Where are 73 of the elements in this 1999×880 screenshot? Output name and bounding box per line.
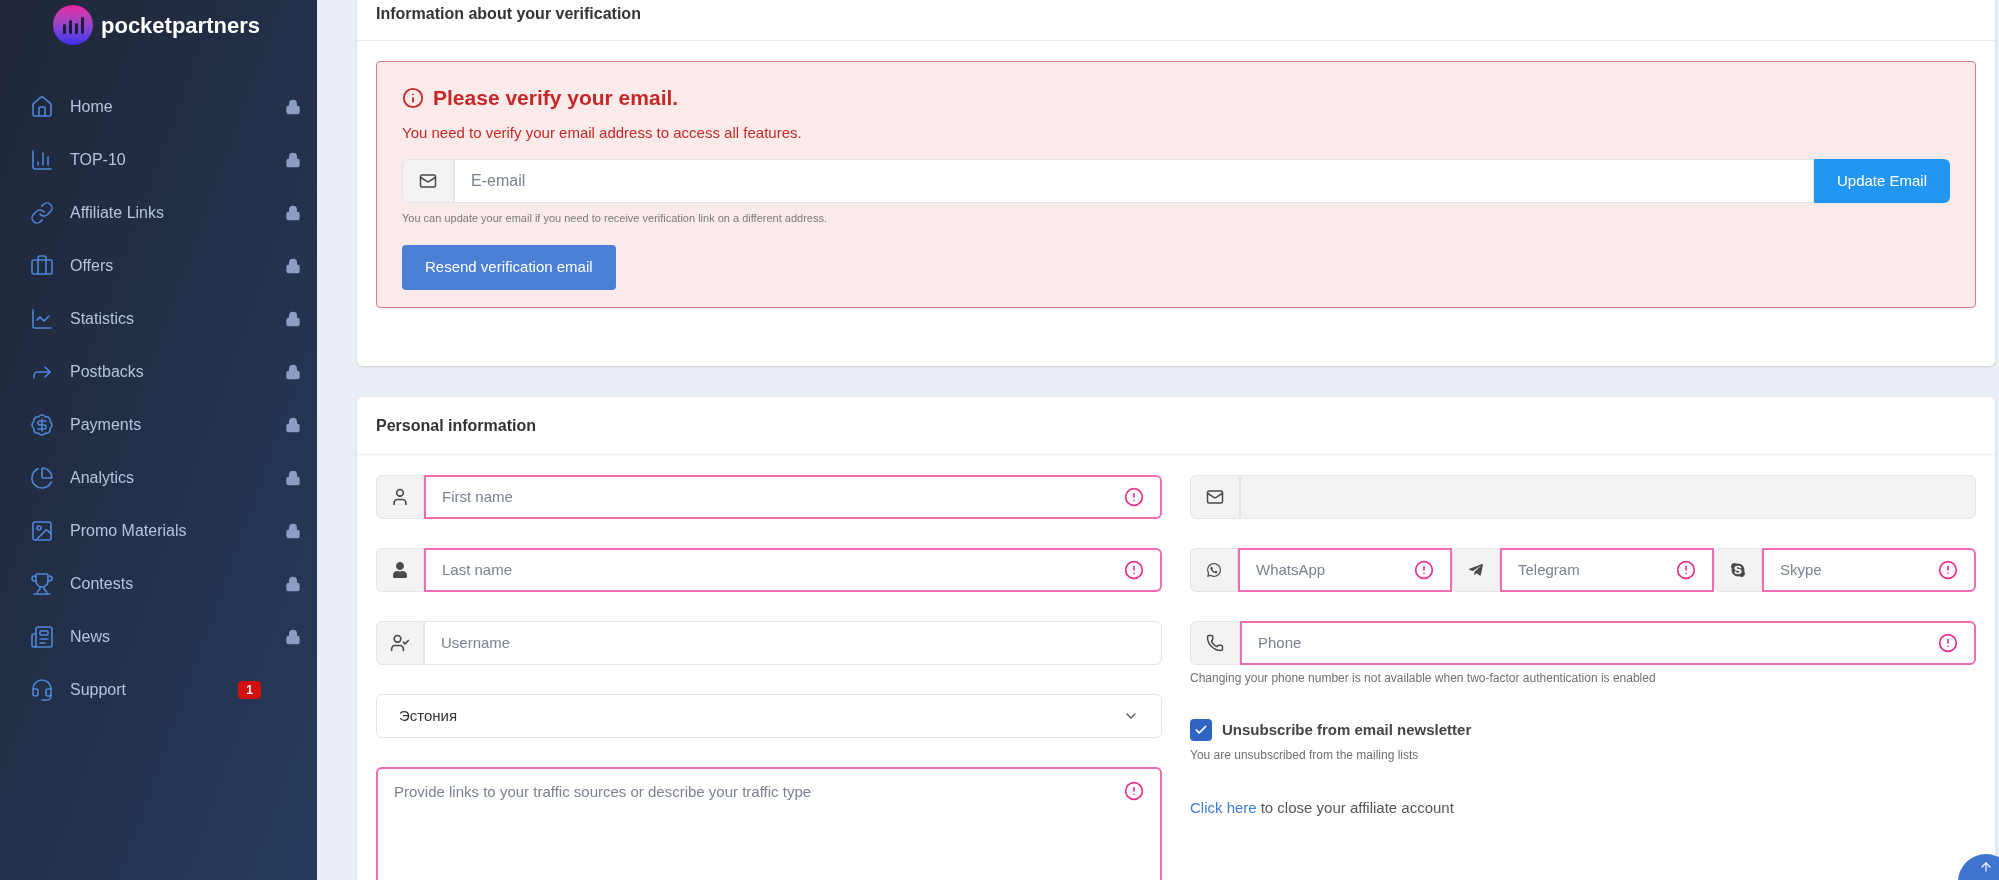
logo-icon — [53, 5, 93, 45]
field-placeholder: First name — [442, 486, 514, 507]
field-placeholder: Skype — [1780, 559, 1823, 580]
alert-title: Please verify your email. — [433, 85, 679, 111]
sidebar-item[interactable]: Postbacks — [0, 345, 317, 398]
skype-icon — [1730, 562, 1746, 578]
text-field[interactable]: Last name — [424, 548, 1162, 592]
alert-icon — [1124, 560, 1144, 580]
pie-chart-icon — [30, 465, 54, 490]
image-icon — [30, 518, 54, 543]
sidebar-item[interactable]: Affiliate Links — [0, 186, 317, 239]
field-placeholder: Last name — [442, 559, 514, 580]
link-icon — [30, 200, 54, 225]
phone-icon — [1206, 634, 1224, 652]
dollar-badge-icon — [30, 412, 54, 437]
checkbox-hint: You are unsubscribed from the mailing lists — [1190, 746, 1420, 764]
sidebar-item[interactable]: Contests — [0, 557, 317, 610]
sidebar-item[interactable]: Offers — [0, 239, 317, 292]
count-badge: 1 — [238, 680, 261, 699]
home-icon — [30, 94, 54, 119]
text-field[interactable]: First name — [424, 475, 1162, 519]
sidebar-item[interactable]: Home — [0, 80, 317, 133]
alert-icon — [1124, 781, 1144, 801]
field-placeholder: Telegram — [1518, 559, 1581, 580]
card-title: Personal information — [376, 415, 537, 436]
alert-icon — [1124, 487, 1144, 507]
arrow-up-icon — [1979, 860, 1993, 874]
trophy-icon — [30, 571, 54, 596]
country-select[interactable]: Эстония — [376, 694, 1162, 738]
resend-button[interactable]: Resend verification email — [402, 244, 616, 290]
close-account-text: to close your affiliate account — [1260, 797, 1454, 818]
text-field[interactable]: Phone — [1240, 621, 1976, 665]
alert-message: You need to verify your email address to access all features. — [402, 122, 803, 143]
whatsapp-icon — [1206, 562, 1222, 578]
mail-icon — [419, 172, 437, 190]
text-field[interactable]: Telegram — [1500, 548, 1714, 592]
user-icon — [390, 633, 410, 653]
sidebar-item[interactable]: Promo Materials — [0, 504, 317, 557]
briefcase-icon — [30, 253, 54, 278]
field-placeholder: Phone — [1258, 632, 1303, 653]
alert-icon — [1414, 560, 1434, 580]
line-chart-icon — [30, 306, 54, 331]
text-field[interactable]: Skype — [1762, 548, 1976, 592]
text-field[interactable]: WhatsApp — [1238, 548, 1452, 592]
paper-plane-icon — [1468, 562, 1484, 578]
alert-icon — [1676, 560, 1696, 580]
field-hint: You can update your email if you need to receive verification link on a different address. — [402, 211, 828, 226]
sidebar-item[interactable]: Payments — [0, 398, 317, 451]
user-icon — [392, 562, 408, 578]
info-icon — [402, 86, 424, 109]
newspaper-icon — [30, 624, 54, 649]
field-placeholder: WhatsApp — [1256, 559, 1327, 580]
mail-icon — [1206, 488, 1224, 506]
headset-icon — [30, 677, 54, 702]
user-icon — [390, 487, 410, 507]
sidebar-item[interactable]: Analytics — [0, 451, 317, 504]
sidebar-item[interactable]: News — [0, 610, 317, 663]
checkbox-label: Unsubscribe from email newsletter — [1222, 720, 1472, 740]
text-field[interactable]: Username — [424, 621, 1162, 665]
email-field[interactable]: E-email — [454, 159, 1814, 203]
sidebar-item[interactable]: TOP-10 — [0, 133, 317, 186]
close-account-link[interactable]: Click here — [1190, 796, 1257, 819]
sidebar-item[interactable]: Support 1 — [0, 663, 317, 716]
field-placeholder: Username — [441, 632, 512, 653]
field-hint: Changing your phone number is not available when two-factor authentication is enabled — [1190, 670, 1657, 687]
brand-name: pocketpartners — [101, 11, 260, 40]
sidebar-item[interactable]: Statistics — [0, 292, 317, 345]
alert-icon — [1938, 560, 1958, 580]
checkbox[interactable] — [1190, 719, 1212, 742]
traffic-textarea[interactable]: Provide links to your traffic sources or describe your traffic type — [376, 767, 1162, 880]
card-title: Information about your verification — [376, 4, 641, 24]
bar-chart-icon — [30, 147, 54, 172]
alert-icon — [1938, 633, 1958, 653]
